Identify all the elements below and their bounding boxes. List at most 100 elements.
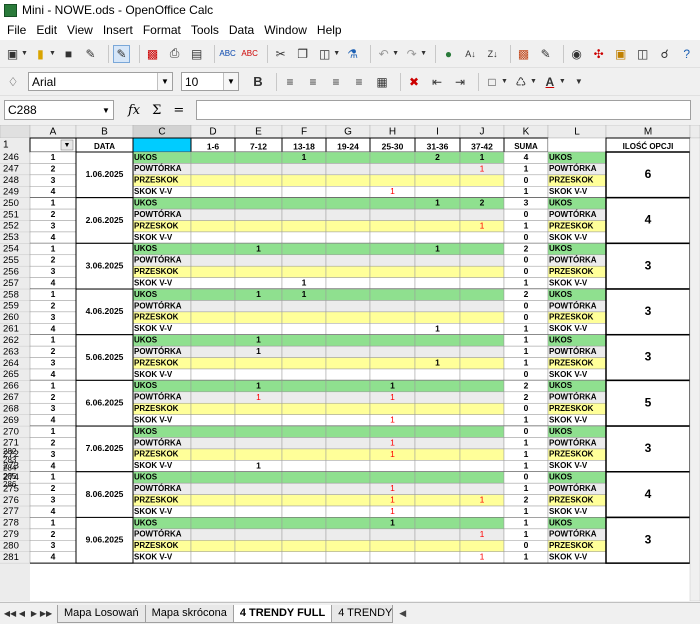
cell-data[interactable] (414, 551, 461, 564)
row-number[interactable]: 247 (3, 164, 19, 175)
cell-data[interactable] (234, 448, 283, 461)
cell-data[interactable] (414, 517, 461, 530)
sort-ascending-icon[interactable]: A↓ (462, 45, 479, 63)
row-number[interactable]: 281 (3, 552, 19, 563)
cell-data[interactable] (234, 368, 283, 381)
cell-data[interactable] (459, 460, 505, 473)
cell-data[interactable] (459, 186, 505, 198)
name-box[interactable]: C288 ▼ (4, 100, 114, 120)
row-number[interactable]: 252 (3, 221, 19, 232)
cell-data[interactable] (414, 186, 461, 198)
cell-data[interactable] (459, 311, 505, 324)
row-number[interactable]: 266 (3, 381, 19, 392)
row-number[interactable]: 270 (3, 426, 19, 437)
tab-4-trendy-full[interactable]: 4 TRENDY FULL (232, 604, 333, 623)
row-number[interactable]: 257 (3, 278, 19, 289)
cell-data[interactable] (190, 265, 236, 278)
last-sheet-icon[interactable]: ▶▶ (40, 607, 52, 621)
cell-data[interactable] (281, 425, 327, 438)
cell-data[interactable] (459, 345, 505, 358)
cell-data[interactable] (414, 265, 461, 278)
menu-insert[interactable]: Insert (98, 23, 138, 37)
spreadsheet-grid[interactable]: A B C D E F G H I J K L M 1 ▼ DATA 1-6 7-12 13-18 19-24 25-3… (0, 125, 700, 601)
cell-data[interactable] (414, 448, 461, 461)
cell-data[interactable] (190, 334, 236, 347)
save-icon[interactable]: ■ (60, 45, 77, 63)
cell-data[interactable] (325, 254, 371, 267)
cell-data[interactable] (325, 482, 371, 495)
cell-data[interactable] (281, 220, 327, 233)
cell-data[interactable] (281, 505, 327, 518)
chevron-down-icon[interactable]: ▼ (157, 73, 172, 90)
cell-data[interactable] (281, 323, 327, 335)
cell-data[interactable] (190, 380, 236, 393)
cell-data[interactable] (325, 357, 371, 370)
horizontal-scrollbar[interactable]: ◀ (399, 607, 699, 621)
cell-data[interactable] (281, 254, 327, 267)
cell-data[interactable] (414, 380, 461, 393)
cell-data[interactable] (325, 231, 371, 244)
export-pdf-icon[interactable]: ▩ (144, 45, 161, 63)
cell-data[interactable] (190, 357, 236, 370)
cell-data[interactable] (234, 186, 283, 198)
cell-data[interactable] (369, 345, 416, 358)
paste-icon[interactable]: ◫ (316, 45, 333, 63)
cell-data[interactable] (325, 243, 371, 256)
scroll-left-icon[interactable]: ◀ (399, 608, 406, 619)
align-center-icon[interactable]: ≡ (304, 73, 322, 91)
row-number[interactable]: 255 (3, 255, 19, 266)
cell-data[interactable] (234, 231, 283, 244)
select-all-corner[interactable] (0, 125, 31, 139)
cell-data[interactable] (190, 151, 236, 164)
row-number[interactable]: 264 (3, 358, 19, 369)
cell-data[interactable] (281, 231, 327, 244)
cell-data[interactable] (369, 208, 416, 221)
row-number[interactable]: 262 (3, 335, 19, 346)
cell-data[interactable] (325, 540, 371, 552)
cell-data[interactable] (190, 551, 236, 564)
cell-data[interactable] (325, 402, 371, 415)
menu-tools[interactable]: Tools (186, 23, 224, 37)
page-preview-icon[interactable]: ▤ (188, 45, 205, 63)
cell-data[interactable] (234, 300, 283, 313)
cell-data[interactable] (234, 517, 283, 530)
cell-data[interactable] (190, 288, 236, 301)
cell-data[interactable] (325, 425, 371, 438)
row-number[interactable]: 1 (3, 140, 9, 151)
cell-data[interactable] (234, 482, 283, 495)
cell-data[interactable] (190, 277, 236, 290)
menu-file[interactable]: File (2, 23, 31, 37)
cell-data[interactable] (281, 368, 327, 381)
cell-data[interactable] (369, 540, 416, 552)
cell-data[interactable] (369, 174, 416, 187)
cell-data[interactable] (459, 437, 505, 450)
cell-data[interactable] (325, 345, 371, 358)
cell-data[interactable] (414, 231, 461, 244)
cell-data[interactable] (190, 254, 236, 267)
cell-data[interactable] (369, 402, 416, 415)
prev-sheet-icon[interactable]: ◀ (16, 607, 28, 621)
cell-data[interactable] (190, 414, 236, 427)
cell-data[interactable] (414, 174, 461, 187)
cell-data[interactable] (459, 231, 505, 244)
cell-data[interactable] (234, 265, 283, 278)
font-name-combo[interactable]: Arial ▼ (28, 72, 173, 91)
cell-data[interactable] (190, 345, 236, 358)
cell-data[interactable] (369, 254, 416, 267)
align-right-icon[interactable]: ≡ (327, 73, 345, 91)
row-number[interactable]: 267 (3, 392, 19, 403)
redo-dropdown-icon[interactable]: ▼ (420, 50, 427, 57)
cell-data[interactable] (414, 368, 461, 381)
menu-data[interactable]: Data (224, 23, 259, 37)
cell-data[interactable] (369, 528, 416, 541)
cell-data[interactable] (369, 368, 416, 381)
row-number[interactable]: 254 (3, 244, 19, 255)
cell-data[interactable] (325, 288, 371, 301)
row-number[interactable]: 278 (3, 518, 19, 529)
cell-data[interactable] (369, 197, 416, 210)
sheet-canvas[interactable]: A B C D E F G H I J K L M 1 ▼ DATA 1-6 7-12 13-18 19-24 25-3… (0, 125, 700, 601)
open-dropdown-icon[interactable]: ▼ (49, 50, 56, 57)
chevron-down-icon[interactable]: ▼ (223, 73, 238, 90)
cell-data[interactable] (325, 517, 371, 530)
find-icon[interactable]: ◉ (568, 45, 585, 63)
